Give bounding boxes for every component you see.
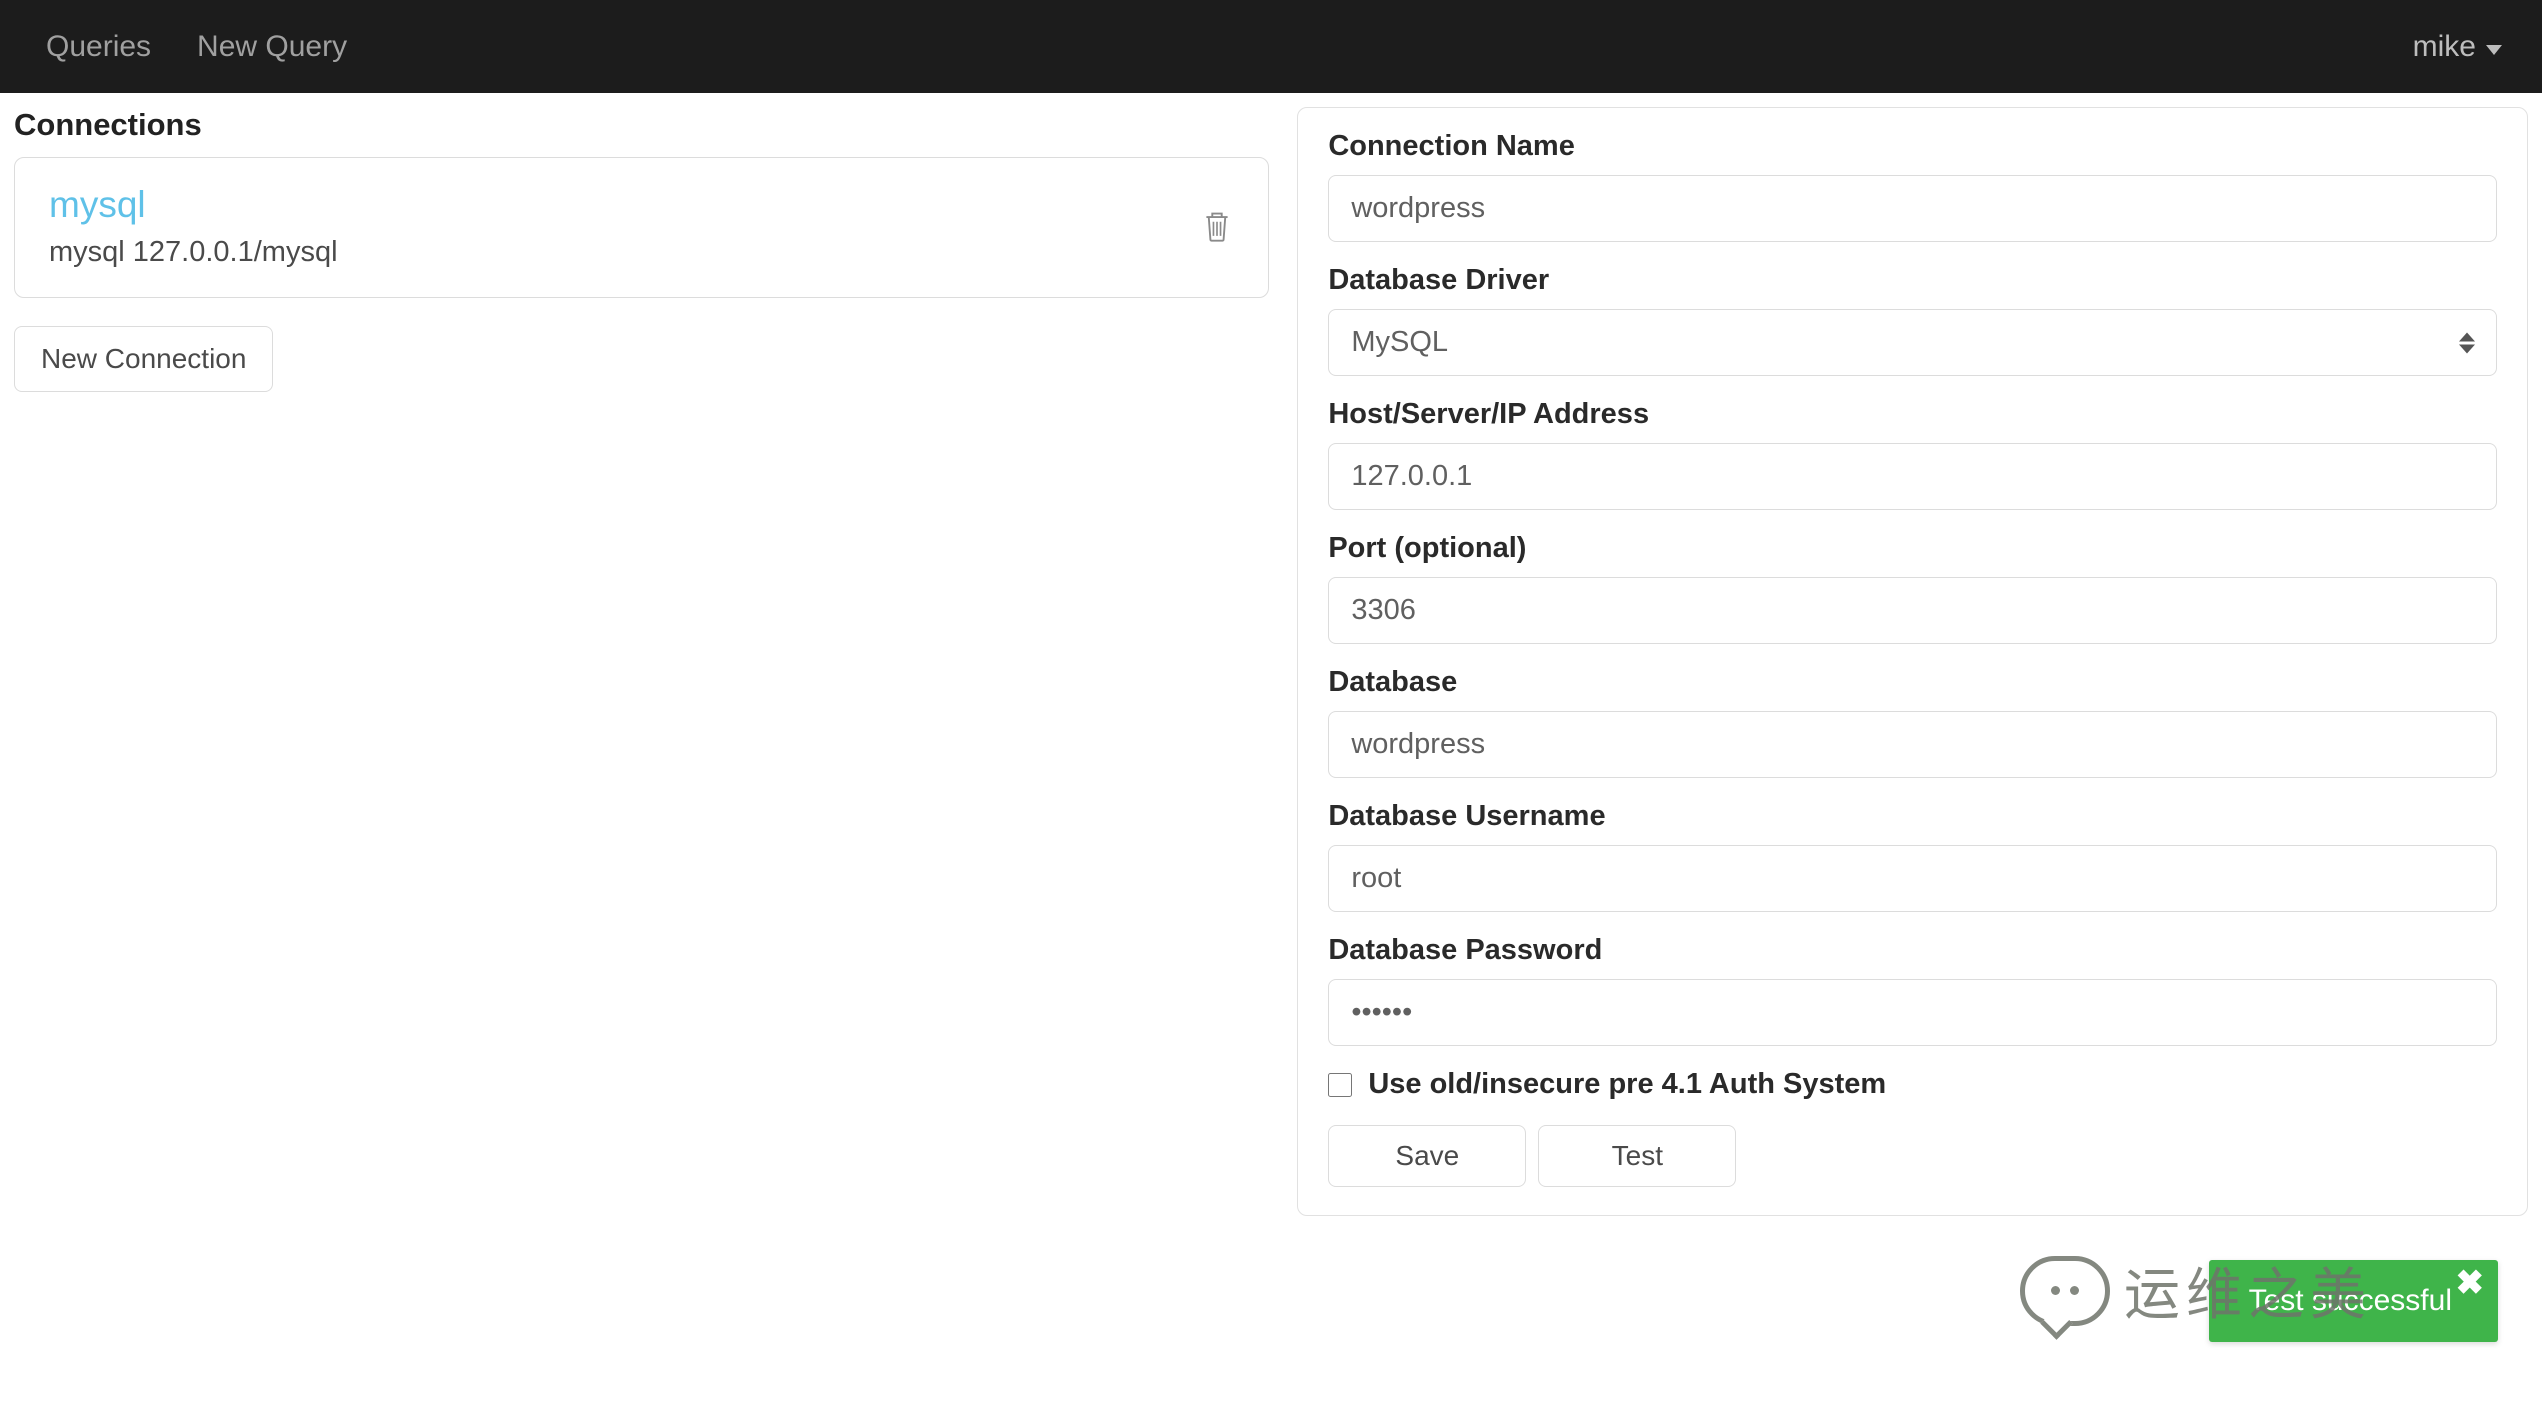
test-button[interactable]: Test: [1538, 1125, 1736, 1187]
connection-name-label: Connection Name: [1328, 130, 2497, 163]
host-input[interactable]: [1328, 443, 2497, 510]
form-group-username: Database Username: [1328, 800, 2497, 912]
nav-link-new-query[interactable]: New Query: [197, 30, 347, 64]
navbar: Queries New Query mike: [0, 0, 2542, 93]
form-group-driver: Database Driver: [1328, 264, 2497, 376]
form-panel: Connection Name Database Driver Host/Ser…: [1297, 107, 2528, 1216]
form-button-row: Save Test: [1328, 1125, 2497, 1187]
connection-card[interactable]: mysql mysql 127.0.0.1/mysql: [14, 157, 1269, 298]
nav-link-queries[interactable]: Queries: [46, 30, 151, 64]
form-group-database: Database: [1328, 666, 2497, 778]
host-label: Host/Server/IP Address: [1328, 398, 2497, 431]
delete-connection-button[interactable]: [1196, 204, 1238, 249]
driver-label: Database Driver: [1328, 264, 2497, 297]
port-label: Port (optional): [1328, 532, 2497, 565]
toast-success: Test successful ✖: [2209, 1260, 2498, 1342]
user-menu[interactable]: mike: [2413, 30, 2502, 64]
chat-bubble-icon: [2020, 1256, 2110, 1326]
old-auth-row: Use old/insecure pre 4.1 Auth System: [1328, 1068, 2497, 1101]
connection-name-input[interactable]: [1328, 175, 2497, 242]
form-group-password: Database Password: [1328, 934, 2497, 1046]
driver-select[interactable]: [1328, 309, 2497, 376]
connection-form-panel: Connection Name Database Driver Host/Ser…: [1297, 107, 2528, 1216]
driver-select-wrap: [1328, 309, 2497, 376]
content: Connections mysql mysql 127.0.0.1/mysql …: [0, 93, 2542, 1216]
form-group-connection-name: Connection Name: [1328, 130, 2497, 242]
connection-card-info: mysql mysql 127.0.0.1/mysql: [49, 184, 338, 269]
new-connection-button[interactable]: New Connection: [14, 326, 273, 392]
chevron-down-icon: [2486, 45, 2502, 55]
connection-name-link[interactable]: mysql: [49, 184, 338, 226]
toast-close-button[interactable]: ✖: [2456, 1266, 2485, 1300]
connections-title: Connections: [14, 107, 1269, 143]
nav-left: Queries New Query: [46, 30, 347, 64]
old-auth-label[interactable]: Use old/insecure pre 4.1 Auth System: [1368, 1068, 1886, 1101]
username-label: Database Username: [1328, 800, 2497, 833]
form-group-port: Port (optional): [1328, 532, 2497, 644]
save-button[interactable]: Save: [1328, 1125, 1526, 1187]
password-label: Database Password: [1328, 934, 2497, 967]
database-label: Database: [1328, 666, 2497, 699]
toast-message: Test successful: [2249, 1284, 2452, 1318]
user-name: mike: [2413, 30, 2476, 64]
database-input[interactable]: [1328, 711, 2497, 778]
form-group-host: Host/Server/IP Address: [1328, 398, 2497, 510]
old-auth-checkbox[interactable]: [1328, 1073, 1352, 1097]
port-input[interactable]: [1328, 577, 2497, 644]
connections-panel: Connections mysql mysql 127.0.0.1/mysql …: [14, 107, 1269, 1216]
connection-subtext: mysql 127.0.0.1/mysql: [49, 236, 338, 269]
password-input[interactable]: [1328, 979, 2497, 1046]
username-input[interactable]: [1328, 845, 2497, 912]
trash-icon: [1202, 210, 1232, 243]
